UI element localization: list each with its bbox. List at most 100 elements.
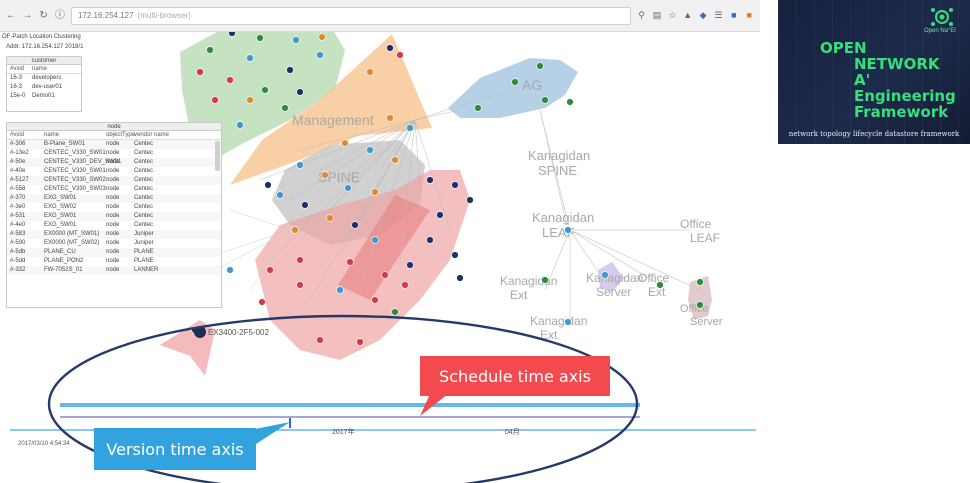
column-header[interactable]: objectType <box>106 131 135 139</box>
column-header[interactable]: name <box>154 131 218 139</box>
graph-node[interactable] <box>226 76 234 84</box>
graph-node[interactable] <box>366 68 374 76</box>
graph-node[interactable] <box>246 96 254 104</box>
table-row[interactable]: #-40e CENTEC_V330_SW01 node Centec <box>7 167 221 176</box>
graph-node[interactable] <box>296 281 304 289</box>
graph-node[interactable] <box>371 296 379 304</box>
graph-node[interactable] <box>292 36 300 44</box>
graph-node[interactable] <box>321 171 329 179</box>
column-header[interactable]: #vxid <box>10 131 44 139</box>
graph-node[interactable] <box>396 51 404 59</box>
graph-node[interactable] <box>391 308 399 316</box>
extension-icon[interactable]: ▲ <box>683 10 692 21</box>
table-row[interactable]: #-558 CENTEC_V330_SW03 node Centec <box>7 185 221 194</box>
graph-node[interactable] <box>391 156 399 164</box>
graph-node[interactable] <box>316 51 324 59</box>
translate-icon[interactable]: ▤ <box>652 10 662 21</box>
graph-node[interactable] <box>206 46 214 54</box>
graph-node[interactable] <box>406 124 414 132</box>
graph-node[interactable] <box>541 96 549 104</box>
table-row[interactable]: #-5db PLANE_CU node PLANE <box>7 248 221 257</box>
table-row[interactable]: #-50e CENTEC_V330_DEV_SW01 node Centec <box>7 158 221 167</box>
graph-node[interactable] <box>401 281 409 289</box>
graph-node[interactable] <box>281 104 289 112</box>
graph-node[interactable] <box>276 191 284 199</box>
graph-node[interactable] <box>226 266 234 274</box>
graph-node[interactable] <box>264 181 272 189</box>
table-row[interactable]: #-332 FW-7052S_01 node LANNER <box>7 266 221 275</box>
address-bar[interactable]: 172.16.254.127 (multi-browser) <box>70 6 631 25</box>
graph-node[interactable] <box>351 221 359 229</box>
graph-node[interactable] <box>344 184 352 192</box>
graph-node[interactable] <box>696 278 704 286</box>
column-header[interactable]: name <box>44 131 106 139</box>
info-icon[interactable]: ⓘ <box>55 10 65 22</box>
table-row[interactable]: #-13e2 CENTEC_V330_SW01 node Centec <box>7 149 221 158</box>
graph-node[interactable] <box>261 86 269 94</box>
graph-node[interactable] <box>266 266 274 274</box>
forward-icon[interactable]: → <box>22 10 32 22</box>
graph-node[interactable] <box>386 114 394 122</box>
graph-node[interactable] <box>451 181 459 189</box>
graph-node[interactable] <box>246 54 254 62</box>
graph-node[interactable] <box>426 176 434 184</box>
graph-node[interactable] <box>336 286 344 294</box>
graph-node[interactable] <box>386 44 394 52</box>
column-header[interactable]: name <box>32 65 78 74</box>
graph-node[interactable] <box>541 276 549 284</box>
graph-node[interactable] <box>566 98 574 106</box>
graph-node[interactable] <box>564 226 572 234</box>
reload-icon[interactable]: ↻ <box>38 10 48 22</box>
back-icon[interactable]: ← <box>6 10 16 22</box>
graph-node[interactable] <box>601 271 609 279</box>
table-row[interactable]: 16-3 developers <box>7 74 81 83</box>
graph-node[interactable] <box>211 96 219 104</box>
graph-node[interactable] <box>451 251 459 259</box>
graph-node[interactable] <box>696 301 704 309</box>
graph-node[interactable] <box>301 201 309 209</box>
graph-node[interactable] <box>316 336 324 344</box>
graph-node[interactable] <box>291 226 299 234</box>
graph-node[interactable] <box>346 258 354 266</box>
graph-node[interactable] <box>371 236 379 244</box>
graph-node[interactable] <box>456 274 464 282</box>
graph-node[interactable] <box>426 236 434 244</box>
graph-node[interactable] <box>256 34 264 42</box>
graph-node[interactable] <box>474 104 482 112</box>
table-row[interactable]: 15e-0 Demo01 <box>7 92 81 101</box>
graph-node[interactable] <box>381 271 389 279</box>
table-row[interactable]: #-306 B-Plane_SW01 node Centec <box>7 140 221 149</box>
graph-node[interactable] <box>326 214 334 222</box>
table-row[interactable]: 16-3 dev-user01 <box>7 83 81 92</box>
table-row[interactable]: #-531 EXG_SW01 node Centec <box>7 212 221 221</box>
graph-node[interactable] <box>196 68 204 76</box>
graph-node[interactable] <box>371 188 379 196</box>
graph-node[interactable] <box>564 318 572 326</box>
graph-node[interactable] <box>656 281 664 289</box>
rss-icon[interactable]: ■ <box>745 10 754 21</box>
table-row[interactable]: #-5127 CENTEC_V330_SW02 node Centec <box>7 176 221 185</box>
graph-node[interactable] <box>296 256 304 264</box>
puzzle-icon[interactable]: ◆ <box>698 10 707 21</box>
graph-node[interactable] <box>511 78 519 86</box>
graph-node[interactable] <box>318 33 326 41</box>
table-row[interactable]: #-3e0 EXG_SW02 node Centec <box>7 203 221 212</box>
table-row[interactable]: #-583 EX0000 (MT_SW01) node Juniper <box>7 230 221 239</box>
table-row[interactable]: #-370 EXG_SW01 node Centec <box>7 194 221 203</box>
column-header[interactable]: vendor <box>134 131 154 139</box>
graph-node[interactable] <box>536 62 544 70</box>
table-row[interactable]: #-4e0 EXG_SW01 node Centec <box>7 221 221 230</box>
graph-node[interactable] <box>236 121 244 129</box>
column-header[interactable]: #vxid <box>10 65 32 74</box>
graph-node[interactable] <box>286 66 294 74</box>
zoom-icon[interactable]: ⚲ <box>637 10 646 21</box>
menu-icon[interactable]: ☰ <box>714 10 723 21</box>
table-row[interactable]: #-5dd PLANE_PON2 node PLANE <box>7 257 221 266</box>
cluster-hull-ag[interactable] <box>448 58 578 118</box>
graph-node[interactable] <box>406 261 414 269</box>
graph-node[interactable] <box>356 338 364 346</box>
graph-node[interactable] <box>296 161 304 169</box>
graph-node[interactable] <box>436 211 444 219</box>
bookmark-icon[interactable]: ☆ <box>668 10 677 21</box>
graph-node[interactable] <box>341 139 349 147</box>
